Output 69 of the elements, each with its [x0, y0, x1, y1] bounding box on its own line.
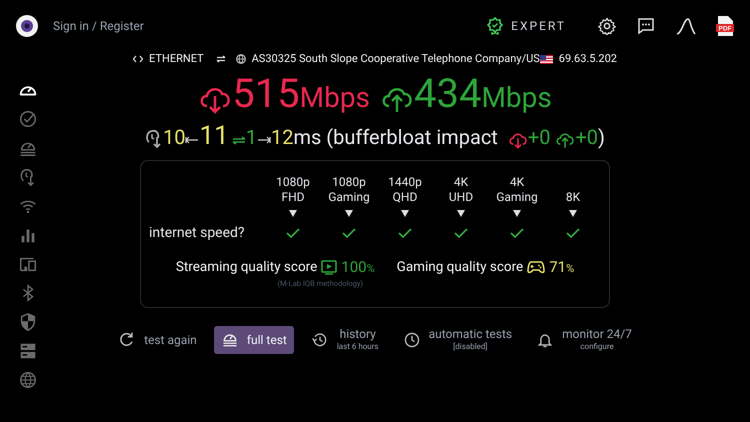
column-header: QHD — [392, 190, 418, 205]
streaming-score-label: Streaming quality score — [176, 258, 318, 278]
isp-name: AS30325 South Slope Cooperative Telephone Company/US — [252, 50, 540, 67]
down-triangle-icon — [569, 210, 577, 217]
right-arrow-icon — [256, 136, 271, 144]
column-header: 4K — [454, 175, 468, 190]
settings-icon[interactable] — [598, 17, 616, 35]
badge-icon — [487, 17, 504, 35]
latency-unit-text: ms (bufferbloat impact — [293, 124, 498, 151]
download-impact: +0 — [528, 124, 550, 151]
gaming-score-label: Gaming quality score — [396, 258, 524, 278]
column-header: 1080p — [276, 175, 310, 190]
down-triangle-icon — [345, 210, 353, 217]
closing-parenthesis: ) — [598, 124, 605, 151]
column-header: FHD — [281, 190, 305, 205]
down-triangle-icon — [513, 210, 521, 217]
column-header: UHD — [448, 190, 474, 205]
latency-icon — [145, 129, 163, 149]
history-icon — [310, 331, 329, 349]
column-header: 8K — [566, 190, 580, 205]
column-header: 1440p — [388, 175, 422, 190]
max-latency: 12 — [270, 124, 294, 151]
idle-latency: 10 — [163, 124, 186, 151]
expert-badge[interactable]: EXPERT — [487, 17, 566, 35]
app-logo-icon[interactable] — [16, 15, 38, 37]
gaming-score: 71 — [549, 258, 566, 276]
percent-sign: % — [566, 262, 574, 275]
globe-icon — [236, 54, 246, 64]
loaded-latency: 11 — [199, 120, 229, 152]
jitter-arrows-icon — [232, 136, 246, 145]
download-unit: Mbps — [300, 82, 370, 114]
down-triangle-icon — [289, 210, 297, 217]
download-speed: 515 — [232, 74, 300, 114]
column-header: Gaming — [328, 190, 370, 205]
upload-cloud-icon — [555, 131, 576, 149]
action-button[interactable]: monitor 24/7 configure — [529, 326, 639, 354]
action-button[interactable]: history last 6 hours — [304, 326, 386, 354]
ethernet-icon — [133, 55, 144, 63]
column-header: 1080p — [332, 175, 366, 190]
play-screen-icon — [321, 260, 338, 275]
upload-unit: Mbps — [481, 82, 552, 114]
action-button[interactable]: automatic tests [disabled] — [396, 326, 520, 354]
ip-address: 69.63.5.202 — [558, 50, 617, 67]
upload-impact: +0 — [575, 124, 598, 151]
down-triangle-icon — [457, 210, 465, 217]
server-icon[interactable] — [18, 341, 38, 361]
curve-icon[interactable] — [676, 17, 696, 35]
shield-icon[interactable] — [18, 312, 38, 332]
down-triangle-icon — [401, 210, 409, 217]
streaming-score: 100 — [341, 258, 367, 276]
jitter-value: 1 — [246, 124, 257, 151]
chat-icon[interactable] — [637, 17, 655, 35]
full-test-button[interactable]: full test — [214, 326, 294, 354]
globe-icon[interactable] — [18, 370, 38, 390]
sign-in-link[interactable]: Sign in / Register — [53, 17, 144, 35]
check-circle-icon[interactable] — [18, 109, 38, 129]
percent-sign: % — [366, 262, 375, 275]
download-cloud-icon — [508, 131, 528, 149]
column-header: 4K — [510, 175, 524, 190]
flag-icon — [540, 54, 553, 64]
row-label: internet speed? — [149, 224, 246, 243]
swap-icon — [216, 55, 226, 63]
connection-type: ETHERNET — [149, 50, 204, 67]
column-header: Gaming — [496, 190, 538, 205]
gamepad-icon — [527, 260, 546, 274]
action-button[interactable]: test again — [111, 326, 204, 354]
upload-speed: 434 — [414, 74, 482, 114]
left-arrow-icon — [185, 136, 200, 144]
clock-icon — [402, 331, 421, 349]
